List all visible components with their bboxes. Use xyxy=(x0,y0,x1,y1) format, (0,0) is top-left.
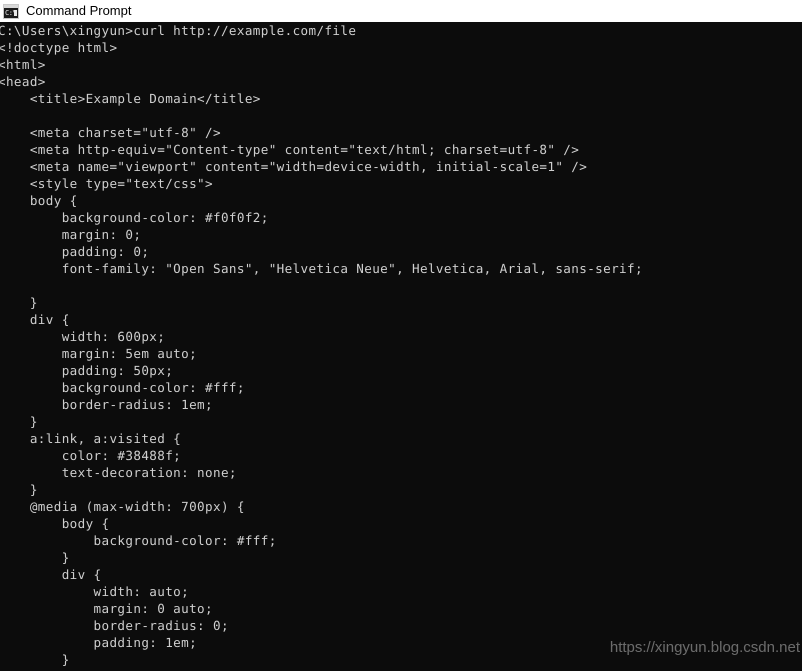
window-titlebar[interactable]: C:\ Command Prompt xyxy=(0,0,802,22)
window-title: Command Prompt xyxy=(26,3,132,18)
cmd-icon-titlebar-stripe xyxy=(4,4,18,8)
console-output-area[interactable]: C:\Users\xingyun>curl http://example.com… xyxy=(0,22,802,671)
console-text: C:\Users\xingyun>curl http://example.com… xyxy=(0,23,643,671)
cmd-icon-caret xyxy=(14,9,17,16)
cmd-icon: C:\ xyxy=(3,3,19,19)
command-prompt-window: C:\ Command Prompt C:\Users\xingyun>curl… xyxy=(0,0,802,671)
